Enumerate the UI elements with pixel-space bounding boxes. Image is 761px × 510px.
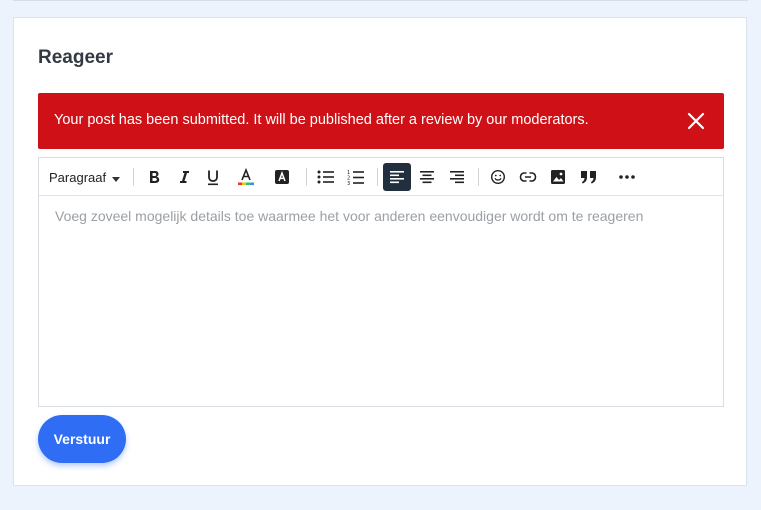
- toolbar-divider: [478, 168, 479, 186]
- top-divider: [13, 0, 748, 1]
- italic-icon[interactable]: [170, 163, 198, 191]
- bullet-list-icon[interactable]: [312, 163, 340, 191]
- bold-icon[interactable]: [140, 163, 168, 191]
- align-center-icon[interactable]: [413, 163, 441, 191]
- align-left-icon[interactable]: [383, 163, 411, 191]
- success-alert: Your post has been submitted. It will be…: [38, 93, 724, 149]
- comment-card: Reageer Your post has been submitted. It…: [13, 17, 747, 486]
- background-color-icon[interactable]: [268, 163, 296, 191]
- block-format-dropdown[interactable]: Paragraaf: [49, 163, 121, 191]
- image-icon[interactable]: [544, 163, 572, 191]
- text-color-icon[interactable]: [232, 163, 260, 191]
- toolbar-divider: [377, 168, 378, 186]
- emoji-icon[interactable]: [484, 163, 512, 191]
- toolbar-divider: [306, 168, 307, 186]
- editor-toolbar: Paragraaf 1 2 3: [39, 158, 723, 196]
- chevron-down-icon: [112, 170, 121, 185]
- close-icon[interactable]: [686, 111, 706, 131]
- editor-content[interactable]: Voeg zoveel mogelijk details toe waarmee…: [39, 196, 723, 406]
- editor-placeholder: Voeg zoveel mogelijk details toe waarmee…: [55, 208, 644, 224]
- block-format-label: Paragraaf: [49, 169, 107, 185]
- align-right-icon[interactable]: [443, 163, 471, 191]
- rich-text-editor: Paragraaf 1 2 3 Voeg zoveel mogelijk det…: [38, 157, 724, 407]
- form-title: Reageer: [38, 47, 113, 68]
- underline-icon[interactable]: [199, 163, 227, 191]
- submit-button[interactable]: Verstuur: [38, 415, 126, 463]
- toolbar-divider: [133, 168, 134, 186]
- more-icon[interactable]: [613, 163, 641, 191]
- link-icon[interactable]: [514, 163, 542, 191]
- alert-message: Your post has been submitted. It will be…: [54, 112, 589, 128]
- svg-text:3: 3: [347, 181, 350, 186]
- numbered-list-icon[interactable]: 123: [342, 163, 370, 191]
- blockquote-icon[interactable]: [574, 163, 602, 191]
